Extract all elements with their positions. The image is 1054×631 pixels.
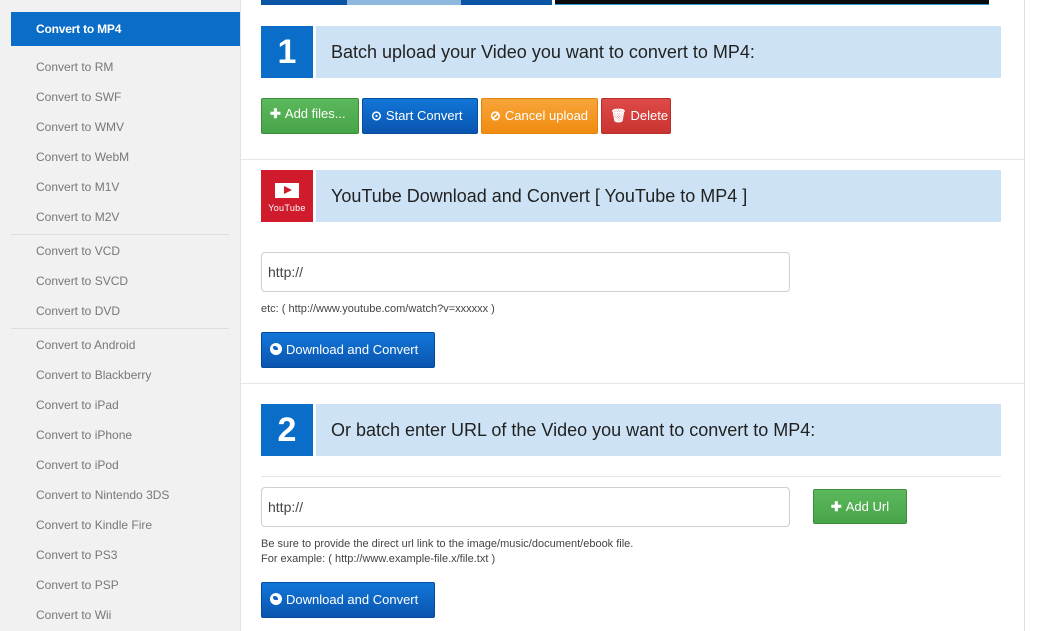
batch-url-hint-line2: For example: ( http://www.example-file.x… — [261, 553, 496, 565]
sidebar-item-wii[interactable]: Convert to Wii — [11, 600, 229, 630]
sidebar-item-kindle-fire[interactable]: Convert to Kindle Fire — [11, 510, 229, 540]
plus-icon: ✚ — [270, 106, 281, 121]
sidebar-item-blackberry[interactable]: Convert to Blackberry — [11, 360, 229, 390]
sidebar-item-iphone[interactable]: Convert to iPhone — [11, 420, 229, 450]
step2-title: Or batch enter URL of the Video you want… — [316, 404, 1001, 456]
start-convert-button[interactable]: ⊙ Start Convert — [362, 98, 478, 134]
sidebar-item-rm[interactable]: Convert to RM — [11, 52, 229, 82]
sidebar-item-android[interactable]: Convert to Android — [11, 330, 229, 360]
youtube-header: YouTube YouTube Download and Convert [ Y… — [261, 170, 1001, 222]
sidebar-item-mp4-active[interactable]: Convert to MP4 — [11, 12, 240, 46]
sidebar: Convert to MP4 Convert to RM Convert to … — [0, 0, 241, 631]
sidebar-item-psp[interactable]: Convert to PSP — [11, 570, 229, 600]
ban-icon: ⊘ — [490, 108, 501, 123]
sidebar-list: Convert to RM Convert to SWF Convert to … — [11, 52, 229, 630]
youtube-url-input[interactable] — [261, 252, 790, 292]
trash-icon: 🗑 — [610, 108, 627, 123]
sidebar-item-dvd[interactable]: Convert to DVD — [11, 296, 229, 326]
youtube-icon: YouTube — [261, 170, 313, 222]
globe-icon — [270, 343, 282, 355]
plus-icon: ✚ — [830, 499, 842, 514]
banner-image — [261, 0, 989, 5]
batch-url-hint: Be sure to provide the direct url link t… — [261, 537, 633, 567]
sidebar-item-svcd[interactable]: Convert to SVCD — [11, 266, 229, 296]
step2-header: 2 Or batch enter URL of the Video you wa… — [261, 404, 1001, 456]
sidebar-item-vcd[interactable]: Convert to VCD — [11, 236, 229, 266]
add-url-button[interactable]: ✚ Add Url — [813, 489, 907, 524]
batch-url-hint-line1: Be sure to provide the direct url link t… — [261, 538, 634, 550]
sidebar-divider — [11, 234, 229, 235]
sidebar-item-nintendo-3ds[interactable]: Convert to Nintendo 3DS — [11, 480, 229, 510]
section-divider — [241, 383, 1025, 384]
youtube-url-hint: etc: ( http://www.youtube.com/watch?v=xx… — [261, 303, 495, 315]
upload-circle-icon: ⊙ — [371, 108, 382, 123]
sidebar-item-ipad[interactable]: Convert to iPad — [11, 390, 229, 420]
cancel-upload-button[interactable]: ⊘ Cancel upload — [481, 98, 598, 134]
sidebar-item-swf[interactable]: Convert to SWF — [11, 82, 229, 112]
sidebar-item-m2v[interactable]: Convert to M2V — [11, 202, 229, 232]
step2-divider — [261, 476, 1001, 477]
delete-button[interactable]: 🗑 Delete — [601, 98, 671, 134]
sidebar-divider — [11, 328, 229, 329]
page: Convert to MP4 Convert to RM Convert to … — [0, 0, 1054, 631]
main-content: 1 Batch upload your Video you want to co… — [241, 0, 1025, 631]
youtube-download-convert-button[interactable]: Download and Convert — [261, 332, 435, 368]
batch-url-input[interactable] — [261, 487, 790, 527]
step1-number-badge: 1 — [261, 26, 313, 78]
step2-number-badge: 2 — [261, 404, 313, 456]
sidebar-item-webm[interactable]: Convert to WebM — [11, 142, 229, 172]
sidebar-item-wmv[interactable]: Convert to WMV — [11, 112, 229, 142]
globe-icon — [270, 593, 282, 605]
youtube-title: YouTube Download and Convert [ YouTube t… — [316, 170, 1001, 222]
section-divider — [241, 159, 1025, 160]
step1-header: 1 Batch upload your Video you want to co… — [261, 26, 1001, 78]
sidebar-item-ipod[interactable]: Convert to iPod — [11, 450, 229, 480]
step1-title: Batch upload your Video you want to conv… — [316, 26, 1001, 78]
add-files-button[interactable]: ✚ Add files... — [261, 98, 359, 134]
sidebar-item-ps3[interactable]: Convert to PS3 — [11, 540, 229, 570]
sidebar-item-m1v[interactable]: Convert to M1V — [11, 172, 229, 202]
batch-download-convert-button[interactable]: Download and Convert — [261, 582, 435, 618]
